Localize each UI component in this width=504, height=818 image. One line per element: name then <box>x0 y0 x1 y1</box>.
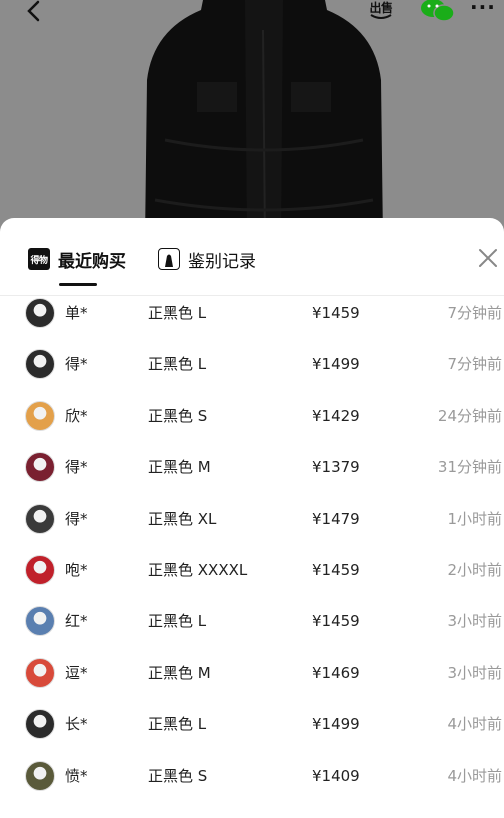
purchase-row: 得* 正黑色 L ¥1499 7分钟前 <box>0 344 504 395</box>
wechat-share-button[interactable] <box>420 0 456 22</box>
close-icon <box>479 249 497 267</box>
time-ago: 3小时前 <box>447 612 502 631</box>
buyer-name: 红* <box>65 612 88 631</box>
sku-spec: 正黑色 S <box>148 766 208 785</box>
purchase-row: 得* 正黑色 XL ¥1479 1小时前 <box>0 499 504 550</box>
avatar[interactable] <box>25 503 55 534</box>
purchase-row: 长* 正黑色 L ¥1499 4小时前 <box>0 704 504 755</box>
sku-spec: 正黑色 L <box>148 355 207 374</box>
avatar[interactable] <box>25 349 55 380</box>
avatar[interactable] <box>25 555 55 585</box>
price: ¥1469 <box>312 663 360 682</box>
price: ¥1429 <box>312 406 360 425</box>
sku-spec: 正黑色 XL <box>148 509 217 528</box>
avatar[interactable] <box>25 606 55 637</box>
buyer-name: 得* <box>65 355 88 374</box>
sku-spec: 正黑色 XXXXL <box>148 561 248 579</box>
buyer-name: 逗* <box>65 663 88 682</box>
tab-recent-purchases-label: 最近购买 <box>58 251 126 272</box>
sell-label: 出售 <box>369 1 393 15</box>
tab-authentication-records[interactable]: 鉴别记录 <box>158 244 256 274</box>
price: ¥1459 <box>312 612 360 631</box>
price: ¥1459 <box>312 561 360 579</box>
time-ago: 7分钟前 <box>447 304 502 322</box>
price: ¥1409 <box>312 766 360 785</box>
purchase-row: 咆* 正黑色 XXXXL ¥1459 2小时前 <box>0 550 504 601</box>
more-button[interactable]: ··· <box>470 0 500 20</box>
sku-spec: 正黑色 L <box>148 715 207 734</box>
sku-spec: 正黑色 S <box>148 406 208 425</box>
buyer-name: 得* <box>65 509 88 528</box>
product-image-area: 出售 ··· <box>0 0 504 235</box>
sku-spec: 正黑色 M <box>148 458 211 477</box>
avatar[interactable] <box>25 709 55 740</box>
avatar[interactable] <box>25 760 55 791</box>
buyer-name: 单* <box>65 304 88 322</box>
close-button[interactable] <box>476 246 500 270</box>
active-tab-indicator <box>59 283 97 286</box>
purchase-row: 愤* 正黑色 S ¥1409 4小时前 <box>0 756 504 807</box>
time-ago: 4小时前 <box>447 715 502 734</box>
price: ¥1499 <box>312 715 360 734</box>
price: ¥1379 <box>312 458 360 477</box>
back-button[interactable] <box>20 0 50 26</box>
price: ¥1459 <box>312 304 360 322</box>
product-jacket-image <box>145 0 383 235</box>
price: ¥1499 <box>312 355 360 374</box>
time-ago: 3小时前 <box>447 663 502 682</box>
time-ago: 31分钟前 <box>437 458 502 477</box>
sku-spec: 正黑色 M <box>148 663 211 682</box>
tab-recent-purchases[interactable]: 得物 最近购买 <box>28 244 126 274</box>
purchase-row: 欣* 正黑色 S ¥1429 24分钟前 <box>0 396 504 447</box>
avatar[interactable] <box>25 452 55 483</box>
sku-spec: 正黑色 L <box>148 612 207 631</box>
sku-spec: 正黑色 L <box>148 304 207 322</box>
purchase-row: 逗* 正黑色 M ¥1469 3小时前 <box>0 653 504 704</box>
buyer-name: 得* <box>65 458 88 477</box>
time-ago: 24分钟前 <box>437 406 502 425</box>
recent-purchases-sheet: 得物 最近购买 鉴别记录 单* 正黑色 L ¥1459 7分钟前 得* 正黑色 L ¥149… <box>0 218 504 818</box>
purchase-row: 红* 正黑色 L ¥1459 3小时前 <box>0 601 504 652</box>
sheet-tabs: 得物 最近购买 鉴别记录 <box>0 218 504 296</box>
purchase-row: 单* 正黑色 L ¥1459 7分钟前 <box>0 293 504 344</box>
chevron-left-icon <box>27 0 40 22</box>
avatar[interactable] <box>25 657 55 688</box>
price: ¥1479 <box>312 509 360 528</box>
buyer-name: 欣* <box>65 406 88 425</box>
avatar[interactable] <box>25 400 55 431</box>
dewu-logo-icon: 得物 <box>28 248 50 270</box>
time-ago: 7分钟前 <box>447 355 502 374</box>
buyer-name: 长* <box>65 715 88 734</box>
wechat-icon <box>421 0 455 22</box>
buyer-name: 咆* <box>65 561 88 579</box>
time-ago: 4小时前 <box>447 766 502 785</box>
tab-authentication-records-label: 鉴别记录 <box>188 251 256 272</box>
avatar[interactable] <box>25 298 55 328</box>
buyer-name: 愤* <box>65 766 88 785</box>
time-ago: 2小时前 <box>447 561 502 579</box>
shopping-bag-icon <box>158 248 180 270</box>
time-ago: 1小时前 <box>447 509 502 528</box>
sell-button[interactable]: 出售 <box>364 0 398 26</box>
purchase-row: 得* 正黑色 M ¥1379 31分钟前 <box>0 447 504 498</box>
